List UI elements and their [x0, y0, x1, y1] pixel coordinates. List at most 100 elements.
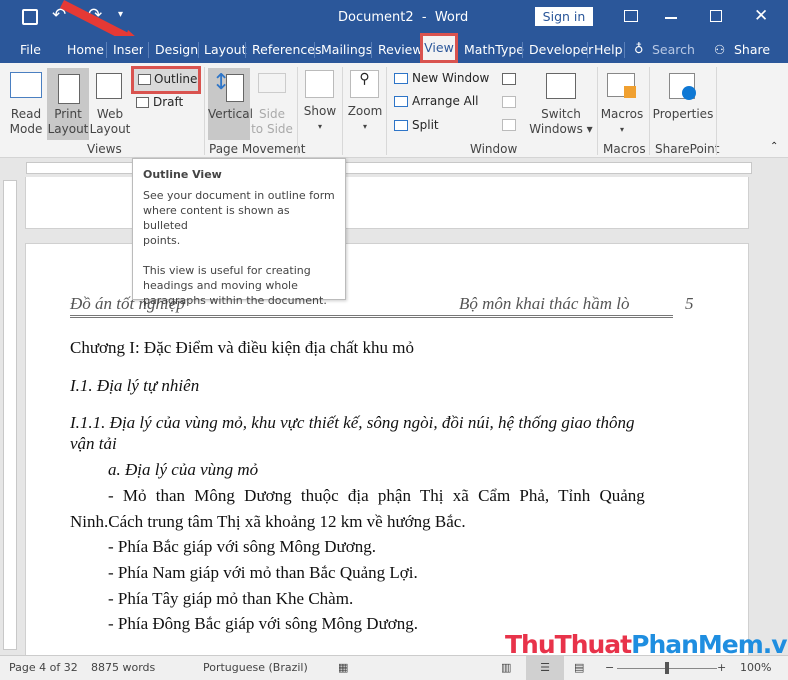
- language[interactable]: Portuguese (Brazil): [203, 661, 308, 674]
- web-layout-icon: [96, 73, 122, 99]
- tab-file[interactable]: File: [20, 42, 41, 57]
- share-button[interactable]: Share: [734, 42, 770, 57]
- sharepoint-group-label: SharePoint: [655, 142, 720, 156]
- horizontal-ruler[interactable]: [0, 159, 788, 177]
- maximize-icon[interactable]: [710, 10, 722, 22]
- ribbon-display-icon[interactable]: [624, 10, 638, 22]
- view-side-by-side-icon[interactable]: [502, 73, 516, 85]
- read-mode-view-icon[interactable]: ▥: [501, 661, 511, 674]
- web-layout-view-icon[interactable]: ▤: [574, 661, 584, 674]
- vertical-button[interactable]: ↕ Vertical: [208, 68, 253, 140]
- print-layout-button[interactable]: Print Layout: [47, 68, 89, 140]
- status-bar: Page 4 of 32 8875 words Portuguese (Braz…: [0, 655, 788, 680]
- arrange-all-icon: [394, 96, 408, 107]
- sync-scroll-icon[interactable]: [502, 96, 516, 108]
- page-count[interactable]: Page 4 of 32: [9, 661, 78, 674]
- tooltip-text: See your document in outline form: [143, 189, 335, 202]
- page-number: 5: [685, 294, 694, 313]
- views-group-label: Views: [87, 142, 122, 156]
- page-movement-group-label: Page Movement: [209, 142, 306, 156]
- list-item: - Phía Bắc giáp với sông Mông Dương.: [108, 537, 377, 556]
- subsection-heading-cont: vận tải: [70, 434, 117, 453]
- list-item: - Phía Đông Bắc giáp với sông Mông Dương…: [108, 614, 419, 633]
- print-layout-view-icon[interactable]: ☰: [526, 656, 564, 680]
- subheading-a: a. Địa lý của vùng mỏ: [108, 460, 259, 479]
- draft-icon: [136, 97, 149, 108]
- macro-record-icon[interactable]: ▦: [338, 661, 348, 674]
- minimize-icon[interactable]: [665, 17, 677, 19]
- sign-in-button[interactable]: Sign in: [535, 7, 593, 26]
- switch-windows-button[interactable]: Switch Windows ▾: [528, 107, 594, 137]
- tooltip-text: points.: [143, 234, 181, 247]
- zoom-in-button[interactable]: +: [717, 661, 726, 674]
- list-item: - Phía Nam giáp với mỏ than Bắc Quảng Lợ…: [108, 563, 418, 582]
- collapse-ribbon-icon[interactable]: ⌃: [770, 141, 778, 152]
- macros-icon: [607, 73, 636, 98]
- side-to-side-button[interactable]: Side to Side: [250, 107, 294, 137]
- read-mode-icon: [10, 72, 42, 98]
- tooltip-text: headings and moving whole: [143, 279, 298, 292]
- zoom-out-button[interactable]: −: [605, 661, 614, 674]
- outline-label: Outline: [154, 72, 198, 86]
- person-icon: ⚇: [714, 42, 726, 57]
- tooltip-text: paragraphs within the document.: [143, 294, 327, 307]
- print-layout-icon: [58, 74, 80, 104]
- tab-mathtype[interactable]: MathType: [464, 42, 524, 57]
- search-box[interactable]: Search: [652, 42, 695, 57]
- zoom-slider-thumb[interactable]: [665, 662, 669, 674]
- tab-design[interactable]: Design: [155, 42, 198, 57]
- save-icon[interactable]: [22, 9, 38, 25]
- ribbon: Read Mode Print Layout Web Layout Outline D…: [0, 63, 788, 158]
- arrange-all-button[interactable]: Arrange All: [412, 94, 479, 108]
- macros-group-label: Macros: [603, 142, 646, 156]
- draft-button[interactable]: Draft: [153, 95, 183, 109]
- close-icon[interactable]: ✕: [754, 6, 768, 26]
- tab-review[interactable]: Review: [378, 42, 423, 57]
- vertical-ruler[interactable]: [3, 180, 17, 650]
- print-layout-label: Print Layout: [47, 107, 89, 136]
- tab-developer[interactable]: Developer: [529, 42, 593, 57]
- show-icon: [305, 70, 334, 98]
- outline-view-tooltip: Outline View See your document in outlin…: [132, 158, 346, 307]
- tab-view[interactable]: View: [420, 33, 458, 63]
- tab-references[interactable]: References: [252, 42, 321, 57]
- outline-button[interactable]: Outline: [131, 66, 201, 94]
- side-to-side-icon: [258, 73, 286, 93]
- split-icon: [394, 120, 408, 131]
- new-window-button[interactable]: New Window: [412, 71, 489, 85]
- tab-mailings[interactable]: Mailings: [321, 42, 372, 57]
- outline-icon: [138, 74, 151, 85]
- tab-insert[interactable]: Insert: [113, 42, 143, 57]
- window-group-label: Window: [470, 142, 518, 156]
- switch-windows-icon: [546, 73, 576, 99]
- zoom-icon: ⚲: [350, 70, 379, 98]
- read-mode-button[interactable]: Read Mode: [6, 107, 46, 137]
- lightbulb-icon: ♁: [634, 42, 644, 57]
- window-title: Document2 - Word: [338, 10, 469, 25]
- section-heading: I.1. Địa lý tự nhiên: [70, 376, 200, 395]
- ribbon-tabs: File Home Insert Design Layout Reference…: [0, 33, 788, 63]
- zoom-level[interactable]: 100%: [740, 661, 771, 674]
- mode-label: Mode: [9, 122, 43, 136]
- properties-icon: [669, 73, 696, 100]
- zoom-button[interactable]: Zoom ▾: [344, 104, 386, 134]
- split-button[interactable]: Split: [412, 118, 439, 132]
- tab-help[interactable]: Help: [594, 42, 623, 57]
- list-item: - Phía Tây giáp mỏ than Khe Chàm.: [108, 589, 354, 608]
- new-window-icon: [394, 73, 408, 84]
- reset-position-icon[interactable]: [502, 119, 516, 131]
- paragraph-line: Ninh.Cách trung tâm Thị xã khoảng 12 km …: [70, 512, 466, 531]
- tooltip-text: where content is shown as bulleted: [143, 204, 290, 232]
- word-count[interactable]: 8875 words: [91, 661, 155, 674]
- document-page[interactable]: Đồ án tốt nghiệp Bộ môn khai thác hầm lò…: [25, 243, 749, 655]
- tab-layout[interactable]: Layout: [204, 42, 247, 57]
- vertical-pages-icon: [226, 74, 244, 102]
- properties-button[interactable]: Properties: [652, 107, 714, 122]
- tab-home[interactable]: Home: [67, 42, 104, 57]
- tooltip-title: Outline View: [143, 168, 222, 181]
- tooltip-text: This view is useful for creating: [143, 264, 311, 277]
- paragraph-line: - Mỏ than Mông Dương thuộc địa phận Thị …: [108, 486, 645, 505]
- show-button[interactable]: Show ▾: [300, 104, 340, 134]
- web-layout-button[interactable]: Web Layout: [88, 107, 132, 137]
- macros-button[interactable]: Macros ▾: [600, 107, 644, 137]
